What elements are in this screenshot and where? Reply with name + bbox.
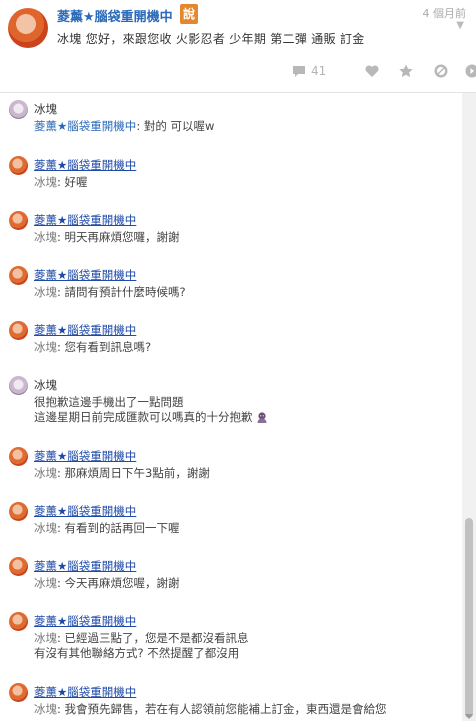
comment-body: 冰塊: 今天再麻煩您喔，謝謝	[34, 576, 180, 591]
reply-target[interactable]: 冰塊	[34, 340, 57, 354]
comment-body: 很抱歉這邊手機出了一點問題 這邊星期日前完成匯款可以嗎真的十分抱歉	[34, 395, 268, 424]
commenter-name[interactable]: 菱薰★腦袋重開機中	[34, 503, 136, 519]
heart-icon	[365, 65, 379, 77]
commenter-name[interactable]: 菱薰★腦袋重開機中	[34, 684, 136, 700]
scrollbar-thumb[interactable]	[465, 518, 473, 718]
share-icon	[465, 64, 476, 78]
comment-button[interactable]: 41	[291, 60, 326, 82]
comment-text: : 今天再麻煩您喔，謝謝	[57, 576, 180, 590]
reply-target[interactable]: 菱薰★腦袋重開機中	[34, 119, 136, 133]
comment-text: : 明天再麻煩您囉，謝謝	[57, 230, 180, 244]
vertical-scrollbar[interactable]	[462, 93, 476, 721]
commenter-name[interactable]: 菱薰★腦袋重開機中	[34, 157, 136, 173]
comment-text: 很抱歉這邊手機出了一點問題	[34, 395, 184, 409]
comment-body: 冰塊: 好喔	[34, 175, 88, 190]
chevron-down-icon[interactable]: ▼	[456, 20, 464, 31]
like-button[interactable]	[364, 60, 380, 82]
comment-text: : 好喔	[57, 175, 88, 189]
block-icon	[434, 64, 448, 78]
commenter-avatar[interactable]	[9, 100, 28, 119]
post-content: 冰塊 您好，來跟您收 火影忍者 少年期 第二彈 通販 訂金	[57, 32, 365, 46]
commenter-avatar[interactable]	[9, 502, 28, 521]
commenter-avatar[interactable]	[9, 321, 28, 340]
commenter-avatar[interactable]	[9, 211, 28, 230]
reply-target[interactable]: 冰塊	[34, 175, 57, 189]
block-button[interactable]	[433, 60, 449, 82]
commenter-name[interactable]: 冰塊	[34, 377, 57, 393]
comment-count: 41	[311, 64, 327, 78]
commenter-name[interactable]: 菱薰★腦袋重開機中	[34, 322, 136, 338]
star-icon	[399, 64, 413, 78]
author-avatar[interactable]	[8, 8, 48, 48]
commenter-avatar[interactable]	[9, 266, 28, 285]
comment-text: : 請問有預計什麼時候嗎?	[57, 285, 186, 299]
comment-text: : 我會預先歸售，若在有人認領前您能補上訂金，東西還是會給您	[57, 702, 387, 716]
commenter-name[interactable]: 冰塊	[34, 101, 57, 117]
comment-text-line2: 有沒有其他聯絡方式? 不然提醒了都沒用	[34, 645, 240, 660]
post-header: 菱薰★腦袋重開機中 說 4 個月前 ▼ 冰塊 您好，來跟您收 火影忍者 少年期 …	[0, 0, 476, 92]
comment-text: : 已經過三點了，您是不是都沒看訊息	[57, 631, 249, 645]
comment-text: : 您有看到訊息嗎?	[57, 340, 152, 354]
comment-text: : 那麻煩周日下午3點前，謝謝	[57, 466, 210, 480]
commenter-avatar[interactable]	[9, 612, 28, 631]
comment-body: 冰塊: 您有看到訊息嗎?	[34, 340, 151, 355]
comment-body: 菱薰★腦袋重開機中: 對的 可以喔w	[34, 119, 214, 134]
commenter-avatar[interactable]	[9, 447, 28, 466]
reply-target[interactable]: 冰塊	[34, 702, 57, 716]
reply-target[interactable]: 冰塊	[34, 285, 57, 299]
commenter-name[interactable]: 菱薰★腦袋重開機中	[34, 613, 136, 629]
sad-face-emoji-icon	[257, 411, 266, 423]
commenter-name[interactable]: 菱薰★腦袋重開機中	[34, 267, 136, 283]
post-time: 4 個月前	[422, 7, 467, 20]
reply-target[interactable]: 冰塊	[34, 576, 57, 590]
comment-text-line2: 這邊星期日前完成匯款可以嗎真的十分抱歉	[34, 410, 268, 425]
comment-stream: 冰塊 菱薰★腦袋重開機中: 對的 可以喔w 菱薰★腦袋重開機中 冰塊: 好喔 菱…	[0, 93, 462, 721]
commenter-name[interactable]: 菱薰★腦袋重開機中	[34, 448, 136, 464]
comment-body: 冰塊: 有看到的話再回一下喔	[34, 521, 180, 536]
commenter-avatar[interactable]	[9, 156, 28, 175]
comment-body: 冰塊: 明天再麻煩您囉，謝謝	[34, 230, 180, 245]
comment-text: : 有看到的話再回一下喔	[57, 521, 180, 535]
comment-body: 冰塊: 請問有預計什麼時候嗎?	[34, 285, 186, 300]
comment-body: 冰塊: 那麻煩周日下午3點前，謝謝	[34, 466, 210, 481]
share-button[interactable]	[464, 60, 476, 82]
reply-target[interactable]: 冰塊	[34, 466, 57, 480]
reply-target[interactable]: 冰塊	[34, 230, 57, 244]
comment-body: 冰塊: 我會預先歸售，若在有人認領前您能補上訂金，東西還是會給您	[34, 702, 387, 717]
commenter-name[interactable]: 菱薰★腦袋重開機中	[34, 558, 136, 574]
reply-target[interactable]: 冰塊	[34, 521, 57, 535]
commenter-avatar[interactable]	[9, 376, 28, 395]
comment-text: : 對的 可以喔w	[136, 119, 215, 133]
speak-badge: 說	[180, 4, 198, 24]
reply-target[interactable]: 冰塊	[34, 631, 57, 645]
comment-body: 冰塊: 已經過三點了，您是不是都沒看訊息 有沒有其他聯絡方式? 不然提醒了都沒用	[34, 631, 249, 660]
commenter-avatar[interactable]	[9, 557, 28, 576]
scroll-down-arrow-icon[interactable]	[465, 714, 473, 719]
post-actions: 41	[276, 60, 476, 82]
commenter-avatar[interactable]	[9, 683, 28, 702]
comment-icon	[293, 66, 305, 77]
post-author-name[interactable]: 菱薰★腦袋重開機中	[57, 6, 173, 25]
commenter-name[interactable]: 菱薰★腦袋重開機中	[34, 212, 136, 228]
favorite-button[interactable]	[398, 60, 414, 82]
